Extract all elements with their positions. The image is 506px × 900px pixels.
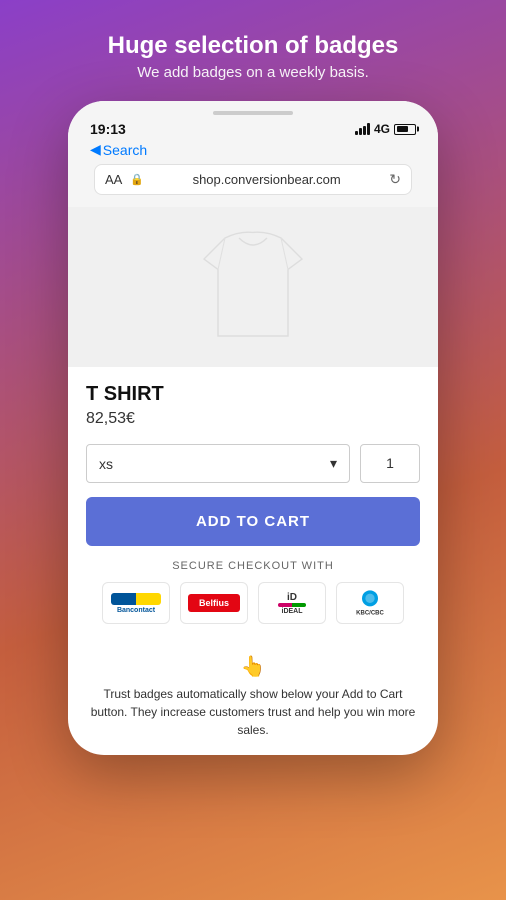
bancontact-icon [111,593,161,605]
product-details: T SHIRT 82,53€ xs ▾ 1 ADD TO CART SECURE… [68,367,438,654]
signal-icon [355,123,370,135]
nav-back-label: Search [103,142,147,158]
address-bar[interactable]: AA 🔒 shop.conversionbear.com ↻ [94,164,412,195]
reload-icon[interactable]: ↻ [389,171,401,188]
quantity-input[interactable]: 1 [360,444,420,483]
qty-value: 1 [386,455,394,471]
product-image [183,217,323,357]
product-image-area [68,207,438,367]
lock-icon: 🔒 [130,173,144,186]
product-name: T SHIRT [86,383,420,406]
phone-top-bar: 19:13 4G ◀ Search AA 🔒 [68,101,438,207]
payment-logos: Bancontact Belfius iD iDEAL [86,582,420,624]
secure-checkout-label: SECURE CHECKOUT WITH [86,560,420,572]
battery-icon [394,124,416,135]
add-to-cart-button[interactable]: ADD TO CART [86,497,420,546]
header-section: Huge selection of badges We add badges o… [88,32,419,81]
trust-emoji: 👆 [86,654,420,679]
address-aa-label: AA [105,172,122,187]
product-price: 82,53€ [86,410,420,428]
back-chevron-icon: ◀ [90,141,101,158]
svg-text:KBC/CBC: KBC/CBC [356,610,384,616]
status-bar: 19:13 4G [86,121,420,137]
ideal-badge: iD iDEAL [258,582,326,624]
kbc-badge: KBC/CBC [336,582,404,624]
kbc-icon: KBC/CBC [350,587,390,619]
size-select[interactable]: xs ▾ [86,444,350,483]
trust-section: 👆 Trust badges automatically show below … [68,654,438,755]
status-time: 19:13 [90,121,126,137]
trust-text: Trust badges automatically show below yo… [86,685,420,739]
header-subtitle: We add badges on a weekly basis. [108,64,399,81]
product-options: xs ▾ 1 [86,444,420,483]
dropdown-chevron-icon: ▾ [330,455,337,472]
status-icons: 4G [355,122,416,136]
phone-notch-area [86,111,420,115]
nav-bar: ◀ Search [86,137,420,158]
belfius-icon: Belfius [188,594,240,612]
phone-notch [213,111,293,115]
address-url: shop.conversionbear.com [152,172,381,187]
network-label: 4G [374,122,390,136]
size-value: xs [99,456,113,472]
nav-back-button[interactable]: ◀ Search [90,141,147,158]
bancontact-badge: Bancontact [102,582,170,624]
ideal-icon: iD [287,592,297,603]
belfius-badge: Belfius [180,582,248,624]
phone-frame: 19:13 4G ◀ Search AA 🔒 [68,101,438,755]
header-title: Huge selection of badges [108,32,399,60]
